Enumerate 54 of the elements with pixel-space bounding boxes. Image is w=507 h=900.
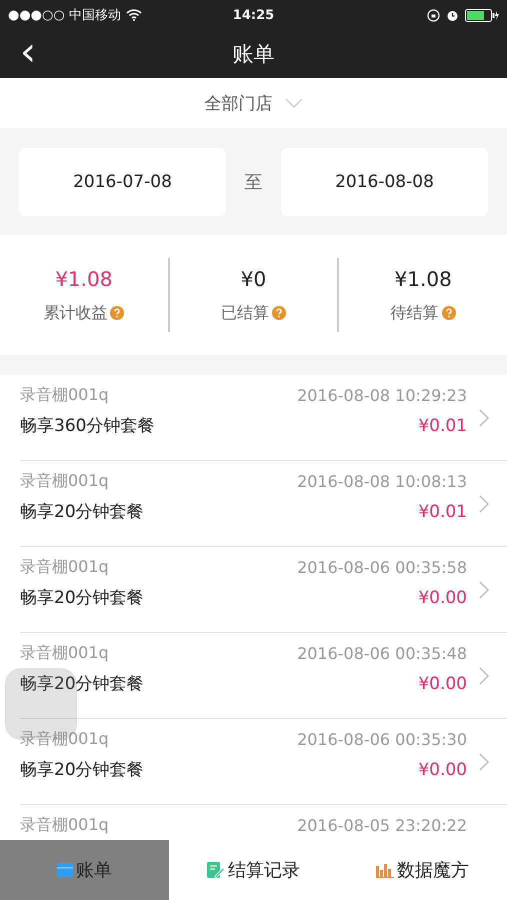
record-amount: ¥0.00 (418, 760, 467, 780)
help-icon[interactable] (442, 306, 456, 320)
help-icon[interactable] (110, 306, 124, 320)
store-name: 录音棚001q (20, 385, 109, 406)
store-name: 录音棚001q (20, 471, 109, 492)
help-icon[interactable] (272, 306, 286, 320)
store-name: 录音棚001q (20, 815, 109, 836)
record-time: 2016-08-08 10:08:13 (297, 472, 467, 491)
record-time: 2016-08-06 00:35:30 (297, 730, 467, 749)
package-name: 畅享20分钟套餐 (20, 759, 144, 781)
summary-amount: ¥1.08 (394, 266, 452, 290)
tab[interactable]: 数据魔方 (338, 840, 507, 900)
record-time: 2016-08-08 10:29:23 (297, 386, 467, 405)
carrier-text: ●●●○○ 中国移动 (8, 7, 121, 24)
record-time: 2016-08-06 00:35:48 (297, 644, 467, 663)
chevron-right-icon[interactable] (479, 752, 489, 770)
chevron-right-icon[interactable] (479, 666, 489, 684)
record-time: 2016-08-05 23:20:22 (297, 816, 467, 835)
tab[interactable]: 账单 (0, 840, 169, 900)
clock-text: 14:25 (232, 8, 276, 22)
battery-icon (465, 8, 499, 22)
package-name: 畅享20分钟套餐 (20, 501, 144, 523)
summary-amount: ¥0 (240, 266, 266, 290)
note-pencil-icon (207, 862, 225, 878)
page-title: 账单 (232, 41, 274, 68)
summary-label: 累计收益 (43, 302, 108, 324)
package-name: 畅享360分钟套餐 (20, 415, 154, 437)
wifi-icon (126, 9, 142, 21)
alarm-icon (446, 8, 459, 22)
store-name: 录音棚001q (20, 729, 109, 750)
record-amount: ¥0.01 (418, 416, 467, 436)
record-amount: ¥0.00 (418, 674, 467, 694)
card-icon (57, 863, 73, 877)
chevron-right-icon[interactable] (479, 580, 489, 598)
record-amount: ¥0.00 (418, 588, 467, 608)
start-date-field[interactable]: 2016-07-08 (19, 148, 226, 216)
chevron-right-icon[interactable] (479, 494, 489, 512)
tab[interactable]: 结算记录 (169, 840, 338, 900)
store-filter[interactable]: 全部门店 (204, 92, 272, 114)
back-button[interactable]: ‹ (20, 32, 36, 72)
bar-chart-icon (376, 862, 394, 878)
summary-label: 待结算 (390, 302, 439, 324)
package-name: 畅享20分钟套餐 (20, 673, 144, 695)
range-separator: 至 (244, 170, 264, 194)
store-name: 录音棚001q (20, 557, 109, 578)
record-time: 2016-08-06 00:35:58 (297, 558, 467, 577)
chevron-down-icon[interactable] (284, 98, 302, 108)
summary-amount: ¥1.08 (55, 266, 112, 290)
record-amount: ¥0.01 (418, 502, 467, 522)
package-name: 畅享20分钟套餐 (20, 587, 144, 609)
chevron-right-icon[interactable] (479, 408, 489, 426)
summary-label: 已结算 (221, 302, 269, 324)
store-name: 录音棚001q (20, 643, 109, 664)
end-date-field[interactable]: 2016-08-08 (281, 148, 488, 216)
